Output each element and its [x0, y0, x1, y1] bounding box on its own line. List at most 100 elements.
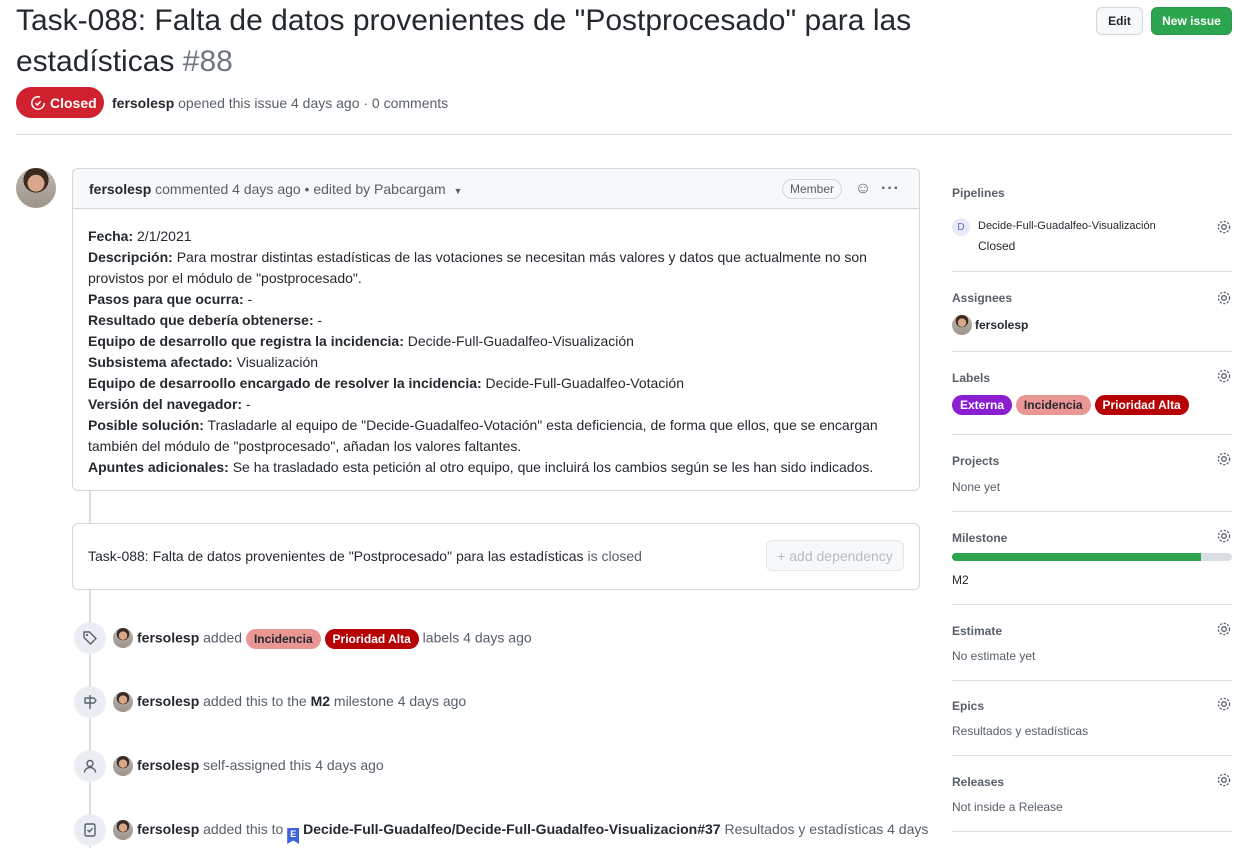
- milestone-progress-fill: [952, 553, 1202, 561]
- epics-value[interactable]: Resultados y estadísticas: [952, 724, 1088, 738]
- timeline-epic-event: fersolesp added this to E Decide-Full-Gu…: [137, 821, 928, 844]
- issue-author-link[interactable]: fersolesp: [112, 95, 174, 111]
- sidebar-divider: [952, 831, 1232, 832]
- comment-field-value: Decide-Full-Guadalfeo-Votación: [481, 375, 685, 391]
- comment-field-label: Apuntes adicionales:: [88, 459, 229, 475]
- comment-field-value: Trasladarle al equipo de "Decide-Guadalf…: [88, 417, 878, 454]
- label-prioridad-alta[interactable]: Prioridad Alta: [324, 629, 419, 649]
- event-user-link[interactable]: fersolesp: [137, 630, 199, 646]
- comment-field-value: Visualización: [232, 354, 319, 370]
- gear-icon[interactable]: [1216, 368, 1232, 384]
- comment-field-label: Pasos para que ocurra:: [88, 291, 244, 307]
- comment-field-value: Se ha trasladado esta petición al otro e…: [228, 459, 874, 475]
- gear-icon[interactable]: [1216, 696, 1232, 712]
- comment-author-link[interactable]: fersolesp: [89, 181, 151, 197]
- comment-field-value: -: [313, 312, 323, 328]
- milestone-link[interactable]: M2: [952, 573, 969, 587]
- sidebar-divider: [952, 604, 1232, 605]
- event-suffix: labels 4 days ago: [422, 629, 532, 646]
- event-user-link[interactable]: fersolesp: [137, 757, 199, 773]
- add-dependency-button[interactable]: + add dependency: [766, 540, 904, 571]
- sidebar-heading: Projects: [952, 454, 1000, 468]
- epic-link[interactable]: Decide-Full-Guadalfeo/Decide-Full-Guadal…: [303, 821, 721, 837]
- pipeline-badge: D: [952, 218, 970, 236]
- comment-field-label: Equipo de desarroollo encargado de resol…: [88, 375, 482, 391]
- comment-field: Pasos para que ocurra: -: [88, 289, 908, 310]
- sidebar-heading: Epics: [952, 699, 985, 713]
- sidebar-divider: [952, 755, 1232, 756]
- event-pre: added this to the: [203, 693, 307, 709]
- issue-meta: fersolesp opened this issue 4 days ago ·…: [112, 95, 448, 111]
- sidebar-heading: Milestone: [952, 531, 1008, 545]
- dependency-text: Task-088: Falta de datos provenientes de…: [88, 548, 642, 564]
- gear-icon[interactable]: [1216, 219, 1232, 235]
- member-badge: Member: [782, 179, 843, 199]
- comment-field: Equipo de desarrollo que registra la inc…: [88, 331, 908, 352]
- kebab-menu-icon[interactable]: ···: [881, 180, 899, 198]
- pipeline-name[interactable]: Decide-Full-Guadalfeo-Visualización: [978, 220, 1156, 232]
- sidebar-divider: [952, 511, 1232, 512]
- comment-field-label: Resultado que debería obtenerse:: [88, 312, 314, 328]
- comment-box: fersolesp commented 4 days ago • edited …: [72, 168, 920, 491]
- comment-body: Fecha: 2/1/2021 Descripción: Para mostrar…: [88, 226, 908, 478]
- avatar[interactable]: [113, 756, 133, 776]
- gear-icon[interactable]: [1216, 528, 1232, 544]
- header-divider: [16, 134, 1232, 135]
- label-prioridad-alta[interactable]: Prioridad Alta: [1094, 395, 1189, 415]
- new-issue-button[interactable]: New issue: [1151, 7, 1232, 35]
- releases-value: Not inside a Release: [952, 800, 1063, 814]
- comment-field: Fecha: 2/1/2021: [88, 226, 908, 247]
- timeline-connector: [89, 491, 91, 523]
- person-icon: [74, 750, 106, 782]
- event-user-link[interactable]: fersolesp: [137, 821, 199, 837]
- sidebar-heading: Labels: [952, 371, 991, 385]
- issue-title-text: Task-088: Falta de datos provenientes de…: [16, 4, 912, 78]
- epic-icon: [74, 814, 106, 846]
- issue-meta-text: opened this issue 4 days ago · 0 comment…: [178, 95, 449, 111]
- event-user-link[interactable]: fersolesp: [137, 693, 199, 709]
- avatar[interactable]: [113, 820, 133, 840]
- dependency-status: is closed: [587, 548, 642, 564]
- milestone-link[interactable]: M2: [311, 693, 330, 709]
- event-post: milestone 4 days ago: [333, 693, 467, 709]
- comment-field: Versión del navegador: -: [88, 394, 908, 415]
- avatar[interactable]: [952, 315, 972, 335]
- comment-field-value: Decide-Full-Guadalfeo-Visualización: [403, 333, 634, 349]
- assignee-link[interactable]: fersolesp: [975, 318, 1028, 332]
- comment-field: Posible solución: Trasladarle al equipo …: [88, 415, 908, 457]
- gear-icon[interactable]: [1216, 621, 1232, 637]
- gear-icon[interactable]: [1216, 772, 1232, 788]
- label-externa[interactable]: Externa: [952, 395, 1013, 415]
- sidebar-pipelines: Pipelines: [952, 186, 1232, 246]
- timeline-assign-event: fersolesp self-assigned this 4 days ago: [137, 757, 384, 773]
- comment-meta-text: commented 4 days ago • edited by Pabcarg…: [155, 181, 446, 197]
- event-post: Resultados y estadísticas 4 days: [724, 821, 929, 837]
- label-incidencia[interactable]: Incidencia: [1015, 395, 1091, 415]
- label-list: Externa Incidencia Prioridad Alta: [952, 395, 1189, 415]
- dependency-title: Task-088: Falta de datos provenientes de…: [88, 548, 584, 564]
- comment-field-value: -: [243, 291, 253, 307]
- status-text: Closed: [50, 94, 97, 111]
- comment-field-value: 2/1/2021: [133, 228, 192, 244]
- sidebar-divider: [952, 271, 1232, 272]
- sidebar-divider: [952, 434, 1232, 435]
- smiley-icon[interactable]: ☺: [854, 180, 872, 198]
- avatar[interactable]: [113, 628, 133, 648]
- sidebar-heading: Estimate: [952, 624, 1003, 638]
- pipeline-status: Closed: [978, 239, 1016, 253]
- comment-field: Equipo de desarroollo encargado de resol…: [88, 373, 908, 394]
- comment-field-label: Fecha:: [88, 228, 134, 244]
- label-incidencia[interactable]: Incidencia: [245, 629, 321, 649]
- edit-button[interactable]: Edit: [1096, 7, 1143, 35]
- comment-field: Subsistema afectado: Visualización: [88, 352, 908, 373]
- comment-field-label: Posible solución:: [88, 417, 204, 433]
- chevron-down-icon[interactable]: ▼: [454, 186, 463, 196]
- comment-meta: fersolesp commented 4 days ago • edited …: [89, 181, 462, 197]
- avatar[interactable]: [16, 168, 56, 208]
- gear-icon[interactable]: [1216, 451, 1232, 467]
- comment-field-label: Subsistema afectado:: [88, 354, 233, 370]
- issue-number: #88: [182, 45, 233, 78]
- avatar[interactable]: [113, 692, 133, 712]
- gear-icon[interactable]: [1216, 290, 1232, 306]
- comment-field-label: Descripción:: [88, 249, 173, 265]
